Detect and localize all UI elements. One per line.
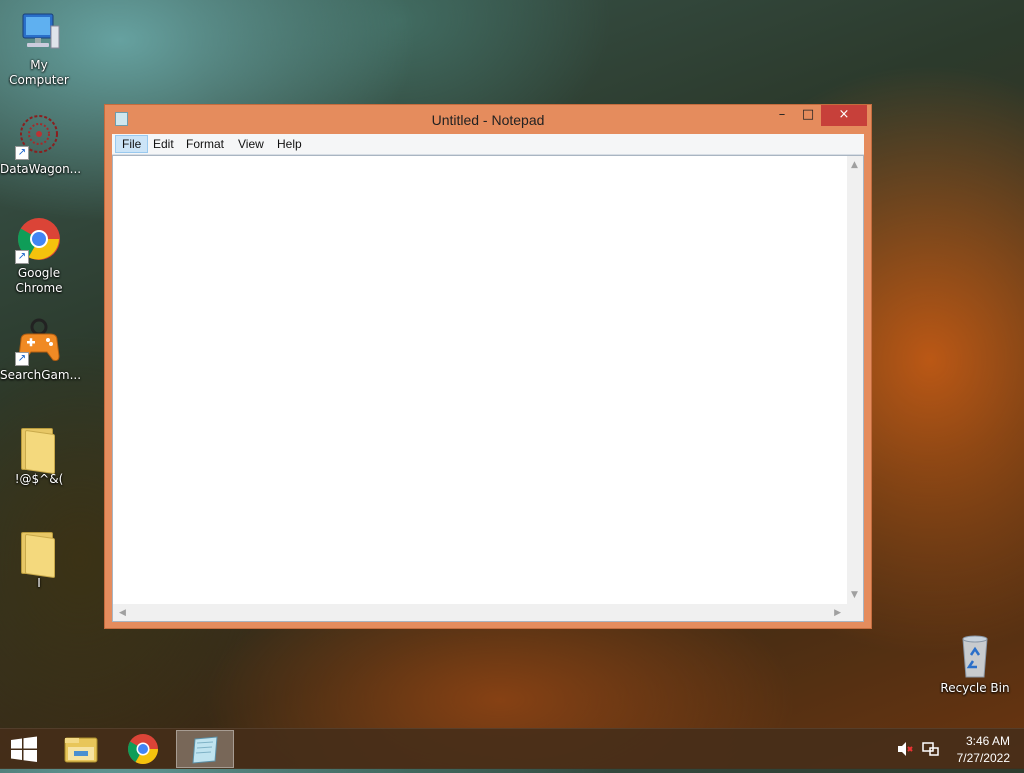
desktop-icon-recycle-bin[interactable]: Recycle Bin: [936, 631, 1014, 696]
horizontal-scrollbar[interactable]: ◀ ▶: [113, 604, 847, 621]
shortcut-arrow-icon: ↗: [15, 146, 29, 160]
minimize-button[interactable]: –: [769, 105, 795, 126]
desktop-icon-searchgames[interactable]: ↗ SearchGam...: [0, 318, 82, 383]
text-editor-area[interactable]: ▲ ▼ ◀ ▶: [112, 155, 864, 622]
datawagon-icon: ↗: [15, 112, 63, 160]
scroll-left-icon[interactable]: ◀: [119, 608, 126, 618]
menu-bar: File Edit Format View Help: [112, 134, 864, 155]
desktop-icon-label: Recycle Bin: [940, 681, 1010, 695]
chrome-icon: [127, 734, 158, 765]
desktop-icon-my-computer[interactable]: My Computer: [0, 8, 78, 88]
scroll-down-icon[interactable]: ▼: [851, 590, 858, 600]
file-explorer-icon: [64, 737, 98, 763]
desktop-icon-google-chrome[interactable]: ↗ Google Chrome: [0, 216, 78, 296]
notepad-icon: [192, 736, 218, 764]
close-button[interactable]: ×: [821, 105, 867, 126]
desktop-icon-label: Google Chrome: [15, 266, 63, 295]
gamepad-icon: ↗: [15, 318, 63, 366]
desktop-icon-folder-symbols[interactable]: !@$^&(: [0, 422, 78, 487]
clock-date[interactable]: 7/27/2022: [940, 751, 1010, 765]
desktop-icon-label: DataWagon...: [0, 162, 82, 176]
taskbar-file-explorer[interactable]: [52, 729, 110, 769]
desktop-icon-label: I: [37, 576, 41, 590]
menu-edit[interactable]: Edit: [147, 135, 180, 153]
resize-grip-icon[interactable]: [847, 604, 863, 621]
folder-icon: [15, 526, 63, 579]
taskbar-notepad[interactable]: [176, 730, 234, 768]
shortcut-arrow-icon: ↗: [15, 250, 29, 264]
desktop-icon-label: My Computer: [9, 58, 69, 87]
taskbar: 3:46 AM 7/27/2022: [0, 728, 1024, 769]
scroll-up-icon[interactable]: ▲: [851, 160, 858, 170]
desktop-icon-label: !@$^&(: [14, 472, 64, 486]
vertical-scrollbar[interactable]: ▲ ▼: [847, 156, 863, 604]
shortcut-arrow-icon: ↗: [15, 352, 29, 366]
start-button[interactable]: [0, 729, 48, 769]
maximize-button[interactable]: □: [795, 105, 821, 126]
menu-help[interactable]: Help: [271, 135, 308, 153]
desktop-icon-label: SearchGam...: [0, 368, 82, 382]
notepad-window[interactable]: Untitled - Notepad – □ × File Edit Forma…: [104, 104, 872, 629]
chrome-icon: ↗: [15, 216, 63, 264]
volume-muted-icon[interactable]: [897, 741, 915, 757]
desktop-icon-folder-i[interactable]: I: [0, 526, 78, 591]
network-icon[interactable]: [922, 741, 940, 757]
computer-icon: [15, 8, 63, 56]
clock-time[interactable]: 3:46 AM: [940, 734, 1010, 748]
menu-view[interactable]: View: [232, 135, 270, 153]
window-title: Untitled - Notepad: [431, 112, 545, 128]
windows-logo-icon: [11, 736, 37, 762]
menu-format[interactable]: Format: [180, 135, 230, 153]
menu-file[interactable]: File: [115, 135, 149, 153]
taskbar-google-chrome[interactable]: [114, 729, 172, 769]
recycle-bin-icon: [951, 631, 999, 679]
desktop-icon-datawagon[interactable]: ↗ DataWagon...: [0, 112, 82, 177]
folder-icon: [15, 422, 63, 475]
scroll-right-icon[interactable]: ▶: [834, 608, 841, 618]
